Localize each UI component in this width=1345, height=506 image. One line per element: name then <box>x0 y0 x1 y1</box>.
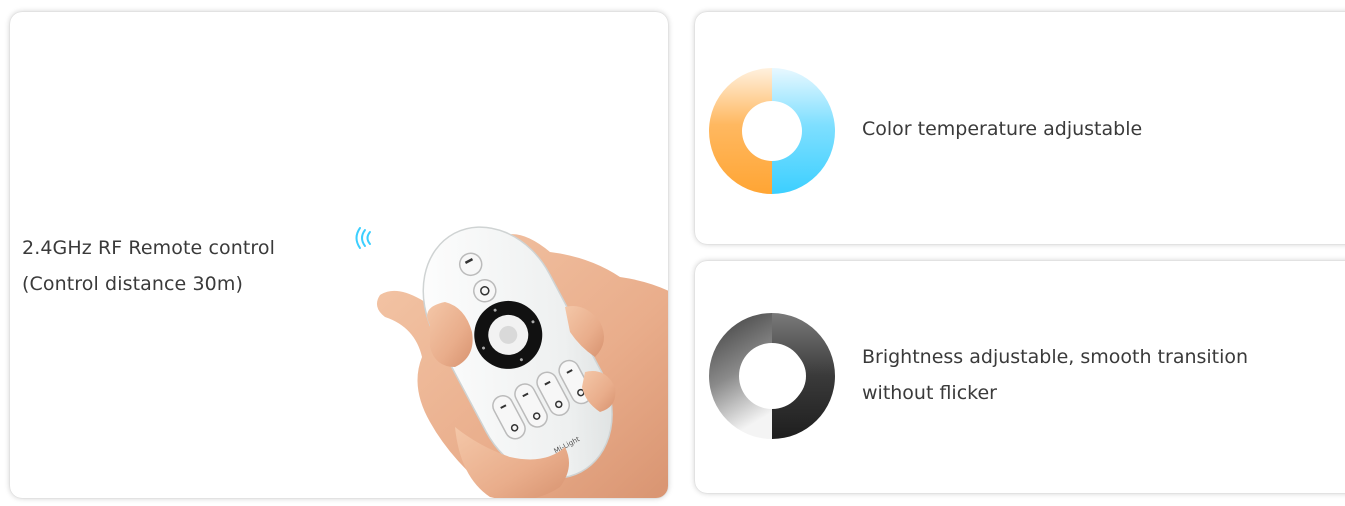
remote-distance: (Control distance 30m) <box>22 273 243 295</box>
color-temperature-ring-icon <box>709 68 835 194</box>
brightness-text-line2: without flicker <box>862 382 997 404</box>
remote-control-card: 2.4GHz RF Remote control (Control distan… <box>10 12 668 498</box>
brightness-text: Brightness adjustable, smooth transition… <box>862 339 1345 411</box>
color-temperature-text: Color temperature adjustable <box>862 118 1143 140</box>
remote-title: 2.4GHz RF Remote control <box>22 237 276 259</box>
brightness-card: Brightness adjustable, smooth transition… <box>695 261 1345 493</box>
product-features-panel: 2.4GHz RF Remote control (Control distan… <box>0 0 1345 506</box>
remote-description: 2.4GHz RF Remote control (Control distan… <box>22 230 275 302</box>
brightness-ring-icon <box>709 313 835 439</box>
brightness-text-line1: Brightness adjustable, smooth transition <box>862 346 1249 368</box>
color-temperature-card: Color temperature adjustable <box>695 12 1345 244</box>
hand-holding-remote-image: Mi-Light <box>376 226 668 498</box>
